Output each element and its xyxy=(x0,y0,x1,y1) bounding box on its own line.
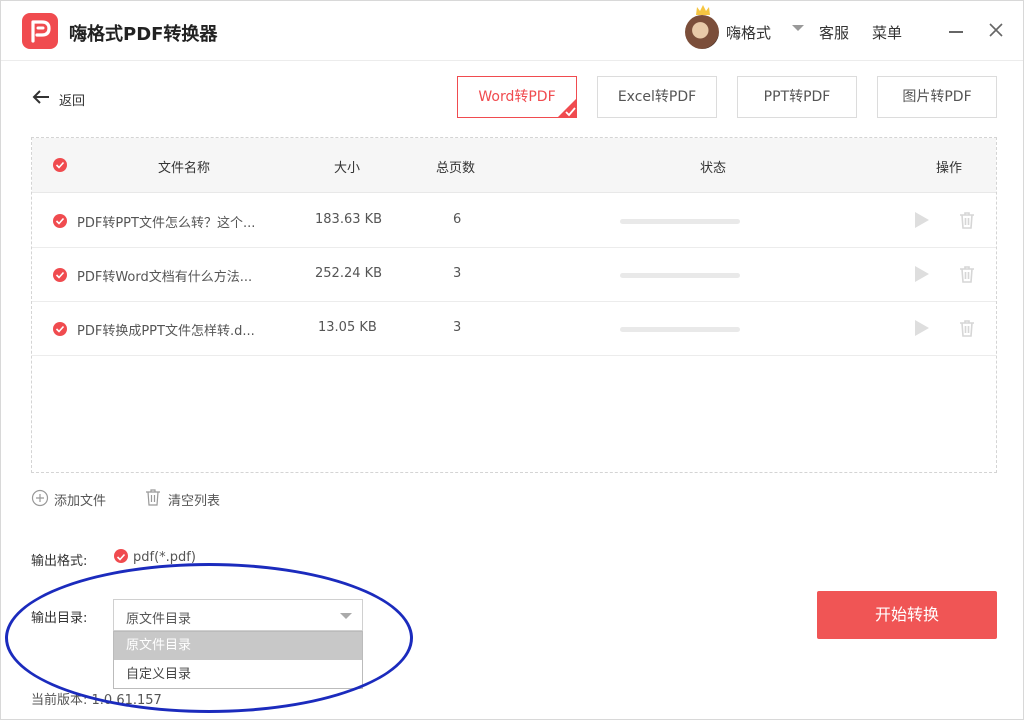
file-size: 13.05 KB xyxy=(318,320,377,335)
select-all-checkbox[interactable] xyxy=(53,158,67,172)
back-label: 返回 xyxy=(59,94,86,109)
tab-label: PPT转PDF xyxy=(763,89,831,105)
header-status: 状态 xyxy=(700,161,727,176)
play-icon[interactable] xyxy=(915,266,929,282)
annotation-ellipse xyxy=(5,563,413,713)
title-bar: 嗨格式PDF转换器 嗨格式 客服 菜单 xyxy=(1,1,1023,61)
table-row[interactable]: PDF转Word文档有什么方法... 252.24 KB 3 xyxy=(32,248,996,302)
conversion-progress-bar xyxy=(620,327,740,332)
play-icon[interactable] xyxy=(915,320,929,336)
file-size: 183.63 KB xyxy=(315,212,383,227)
file-size: 252.24 KB xyxy=(315,266,383,281)
tab-label: Excel转PDF xyxy=(617,89,697,105)
back-arrow-icon xyxy=(32,90,49,104)
conversion-progress-bar xyxy=(620,219,740,224)
user-avatar[interactable] xyxy=(685,15,719,49)
customer-service-link[interactable]: 客服 xyxy=(819,22,849,43)
tab-label: 图片转PDF xyxy=(902,89,972,105)
app-window: 嗨格式PDF转换器 嗨格式 客服 菜单 返回 Word转PDF Excel转PD… xyxy=(0,0,1024,720)
tab-ppt-to-pdf[interactable]: PPT转PDF xyxy=(737,76,857,118)
output-format-label: 输出格式: xyxy=(31,554,88,569)
file-pages: 3 xyxy=(453,266,462,281)
header-size: 大小 xyxy=(334,161,361,176)
trash-icon[interactable] xyxy=(959,319,975,337)
header-pages: 总页数 xyxy=(436,161,476,176)
table-row[interactable]: PDF转换成PPT文件怎样转.d... 13.05 KB 3 xyxy=(32,302,996,356)
add-file-label: 添加文件 xyxy=(54,494,107,509)
trash-icon xyxy=(146,489,160,506)
minimize-icon[interactable] xyxy=(949,31,963,33)
plus-circle-icon xyxy=(31,489,49,507)
format-radio-checked[interactable] xyxy=(114,549,128,563)
user-dropdown-caret-icon[interactable] xyxy=(792,25,804,31)
trash-icon[interactable] xyxy=(959,265,975,283)
file-name: PDF转PPT文件怎么转？这个... xyxy=(77,216,256,231)
row-checkbox[interactable] xyxy=(53,322,67,336)
file-pages: 6 xyxy=(453,212,462,227)
file-name: PDF转换成PPT文件怎样转.d... xyxy=(77,324,255,339)
header-actions: 操作 xyxy=(936,161,963,176)
menu-link[interactable]: 菜单 xyxy=(872,22,902,43)
app-title: 嗨格式PDF转换器 xyxy=(69,24,218,45)
tab-excel-to-pdf[interactable]: Excel转PDF xyxy=(597,76,717,118)
row-checkbox[interactable] xyxy=(53,268,67,282)
table-row[interactable]: PDF转PPT文件怎么转？这个... 183.63 KB 6 xyxy=(32,194,996,248)
play-icon[interactable] xyxy=(915,212,929,228)
file-list-panel: 文件名称 大小 总页数 状态 操作 PDF转PPT文件怎么转？这个... 183… xyxy=(31,137,997,473)
trash-icon[interactable] xyxy=(959,211,975,229)
app-logo-icon xyxy=(22,13,58,49)
conversion-progress-bar xyxy=(620,273,740,278)
row-checkbox[interactable] xyxy=(53,214,67,228)
username[interactable]: 嗨格式 xyxy=(726,22,771,43)
tab-label: Word转PDF xyxy=(478,89,556,105)
start-convert-button[interactable]: 开始转换 xyxy=(817,591,997,639)
clear-list-label: 清空列表 xyxy=(168,494,221,509)
tab-selected-check-icon xyxy=(557,98,577,118)
close-icon[interactable] xyxy=(988,22,1004,38)
table-header: 文件名称 大小 总页数 状态 操作 xyxy=(32,138,996,193)
file-pages: 3 xyxy=(453,320,462,335)
file-name: PDF转Word文档有什么方法... xyxy=(77,270,253,285)
tab-image-to-pdf[interactable]: 图片转PDF xyxy=(877,76,997,118)
tab-word-to-pdf[interactable]: Word转PDF xyxy=(457,76,577,118)
header-file-name: 文件名称 xyxy=(158,161,211,176)
